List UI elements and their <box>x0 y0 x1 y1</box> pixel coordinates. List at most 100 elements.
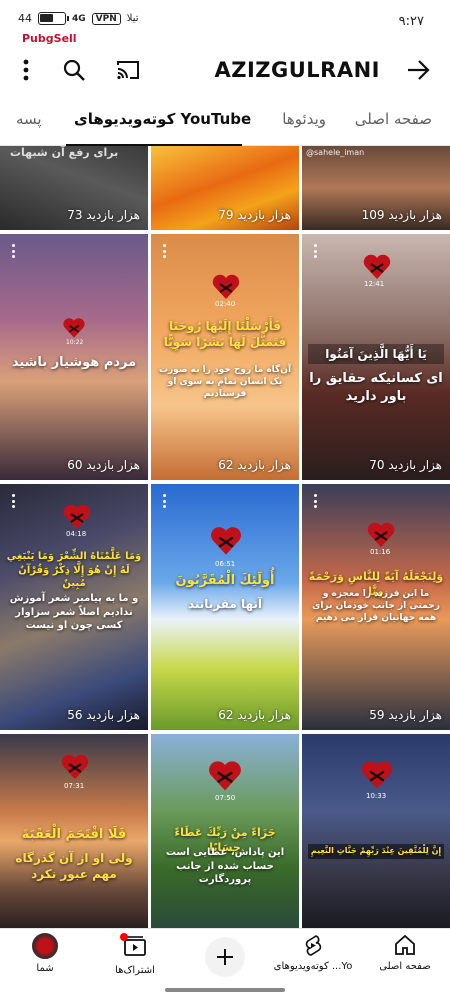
arabic-verse: إِنَّ لِلْمُتَّقِينَ عِنْدَ رَبِّهِمْ جَ… <box>308 844 444 859</box>
search-icon <box>63 59 85 81</box>
nav-label: کوته‌ویدیوهای ...Yo <box>273 961 353 972</box>
tile-caption: برای رفع آن شبهات <box>10 146 119 159</box>
view-count: 56 هزار بازدید <box>67 708 140 722</box>
more-vert-button[interactable] <box>10 54 42 86</box>
nav-you[interactable]: شما <box>0 933 90 989</box>
arabic-verse: يَا أَيُّهَا الَّذِينَ آمَنُوا <box>308 344 444 365</box>
clock: ۹:۲۷ <box>398 14 424 29</box>
cast-button[interactable] <box>112 54 144 86</box>
search-button[interactable] <box>58 54 90 86</box>
watermark-logo: PubgSell <box>22 32 77 45</box>
heart-emblem-icon <box>212 274 240 299</box>
view-count: 62 هزار بازدید <box>218 458 291 472</box>
tab-videos[interactable]: ویدئوها <box>282 110 326 128</box>
heart-emblem-icon <box>61 754 89 779</box>
battery-level: 44 <box>18 12 32 25</box>
nav-subscriptions[interactable]: اشتراک‌ها <box>90 933 180 989</box>
nav-label: اشتراک‌ها <box>115 965 155 976</box>
heart-emblem-icon <box>211 527 241 555</box>
tab-shorts[interactable]: کوته‌ویدیوهای YouTube <box>74 110 251 128</box>
short-tile[interactable]: 12:41 يَا أَيُّهَا الَّذِينَ آمَنُوا ای … <box>302 234 450 480</box>
avatar <box>32 933 58 959</box>
nav-shorts[interactable]: کوته‌ویدیوهای ...Yo <box>268 933 358 989</box>
more-options-button[interactable] <box>157 492 171 510</box>
network-type: 4G <box>72 13 86 24</box>
forward-button[interactable] <box>402 54 434 86</box>
persian-caption: مردم هوشیار باشید <box>11 355 137 370</box>
short-tile[interactable]: 02:40 فَأَرْسَلْنَا إِلَيْهَا رُوحَنَا ف… <box>151 234 299 480</box>
nav-home[interactable]: صفحه اصلی <box>360 933 450 989</box>
view-count: 70 هزار بازدید <box>369 458 442 472</box>
cast-icon <box>117 61 139 80</box>
short-tile[interactable]: 07:31 فَلَا اقْتَحَمَ الْعَقَبَةَ ولی او… <box>0 734 148 928</box>
heart-timestamp: 12:41 <box>364 280 385 288</box>
view-count: 73 هزار بازدید <box>67 208 140 222</box>
arabic-verse: أُولَئِكَ الْمُقَرَّبُونَ <box>175 573 275 588</box>
more-vert-icon <box>23 59 29 81</box>
more-options-button[interactable] <box>6 242 20 260</box>
heart-timestamp: 07:31 <box>64 782 85 790</box>
short-tile[interactable]: 07:50 جَزَاءً مِنْ رَبِّكَ عَطَاءً حِسَا… <box>151 734 299 928</box>
view-count: 109 هزار بازدید <box>361 208 442 222</box>
battery-icon <box>38 12 69 25</box>
persian-caption: ای کسانیکه حقایق را باور دارید <box>309 371 443 404</box>
short-tile[interactable]: 04:18 وَمَا عَلَّمْنَاهُ الشِّعْرَ وَمَا… <box>0 484 148 730</box>
persian-caption: آنها مقربانند <box>187 597 263 611</box>
shorts-grid: @sahele_iman 109 هزار بازدید 79 هزار باز… <box>0 146 450 928</box>
view-count: 62 هزار بازدید <box>218 708 291 722</box>
channel-title: AZIZGULRANI <box>214 58 380 82</box>
nav-label: شما <box>36 963 54 974</box>
notification-dot <box>120 933 128 941</box>
heart-emblem-icon <box>209 761 241 791</box>
heart-emblem-icon <box>363 254 391 279</box>
shorts-icon <box>305 935 322 956</box>
tab-posts[interactable]: پسه <box>16 110 42 128</box>
heart-emblem-icon <box>63 504 91 529</box>
short-tile[interactable]: @sahele_iman 109 هزار بازدید <box>302 146 450 230</box>
persian-caption: این پاداش، عطایی است حساب شده از جانب پر… <box>165 847 285 885</box>
persian-caption: ولی او از آن گذرگاه مهم عبور نکرد <box>15 851 133 882</box>
heart-emblem-icon <box>367 522 395 547</box>
nav-label: صفحه اصلی <box>379 961 431 972</box>
plus-icon <box>217 949 233 965</box>
forward-arrow-icon <box>408 60 430 80</box>
view-count: 60 هزار بازدید <box>67 458 140 472</box>
create-button[interactable] <box>205 937 245 977</box>
subscriptions-icon-wrap <box>120 933 148 961</box>
heart-timestamp: 10:33 <box>366 792 387 800</box>
heart-timestamp: 06:51 <box>215 560 236 568</box>
home-icon <box>395 934 415 955</box>
heart-timestamp: 01:16 <box>370 548 391 556</box>
vpn-icon: VPN <box>91 12 121 25</box>
status-left: 44 4G VPN تیلا <box>18 12 139 25</box>
top-app-bar: AZIZGULRANI <box>0 48 450 92</box>
heart-emblem-icon <box>362 761 392 789</box>
short-tile[interactable]: 10:22 مردم هوشیار باشید 60 هزار بازدید <box>0 234 148 480</box>
view-count: 59 هزار بازدید <box>369 708 442 722</box>
short-tile[interactable]: 10:33 إِنَّ لِلْمُتَّقِينَ عِنْدَ رَبِّه… <box>302 734 450 928</box>
heart-timestamp: 02:40 <box>215 300 236 308</box>
persian-caption: آن‌گاه ما روح خود را به صورت یک انسان تم… <box>158 365 292 400</box>
tab-home[interactable]: صفحه اصلی <box>355 110 432 128</box>
more-options-button[interactable] <box>308 242 322 260</box>
channel-tabs: صفحه اصلی ویدئوها کوته‌ویدیوهای YouTube … <box>0 96 450 146</box>
more-options-button[interactable] <box>157 242 171 260</box>
arabic-verse: وَمَا عَلَّمْنَاهُ الشِّعْرَ وَمَا يَنْب… <box>6 551 142 589</box>
arabic-verse: فَلَا اقْتَحَمَ الْعَقَبَةَ <box>21 827 127 842</box>
short-tile[interactable]: برای رفع آن شبهات 73 هزار بازدید <box>0 146 148 230</box>
heart-timestamp: 10:22 <box>66 339 84 346</box>
gesture-bar <box>165 988 285 992</box>
heart-timestamp: 07:50 <box>215 794 236 802</box>
short-tile[interactable]: 01:16 وَلِنَجْعَلَهُ آيَةً لِلنَّاسِ وَر… <box>302 484 450 730</box>
arabic-verse: فَأَرْسَلْنَا إِلَيْهَا رُوحَنَا فَتَمَث… <box>163 319 287 350</box>
short-tile[interactable]: 79 هزار بازدید <box>151 146 299 230</box>
persian-caption: و ما به پیامبر شعر آموزش ندادیم اصلاً شع… <box>9 593 139 631</box>
heart-emblem-icon <box>63 318 85 338</box>
persian-caption: ما این فرزند را معجزه و رحمتی از جانب خو… <box>312 589 440 624</box>
more-options-button[interactable] <box>6 492 20 510</box>
view-count: 79 هزار بازدید <box>218 208 291 222</box>
carrier-label: تیلا <box>126 13 139 24</box>
tile-caption: @sahele_iman <box>306 148 365 157</box>
more-options-button[interactable] <box>308 492 322 510</box>
short-tile[interactable]: 06:51 أُولَئِكَ الْمُقَرَّبُونَ آنها مقر… <box>151 484 299 730</box>
